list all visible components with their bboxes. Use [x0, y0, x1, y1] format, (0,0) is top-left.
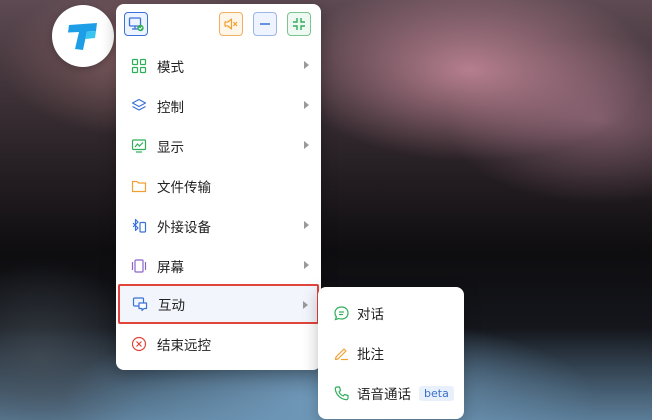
submenu-item-chat[interactable]: 对话	[318, 293, 464, 333]
menu-item-interaction[interactable]: 互动	[118, 284, 319, 324]
speaker-mute-icon	[224, 18, 238, 30]
screen-icon	[129, 256, 149, 276]
screen-select-button[interactable]	[124, 12, 148, 36]
remote-control-menu: 模式 控制 显示 文件传输 外接设备 屏幕 互动 结束远控	[116, 4, 321, 370]
phone-icon	[331, 383, 351, 403]
shrink-icon	[293, 18, 305, 30]
layers-icon	[129, 96, 149, 116]
grid-icon	[129, 56, 149, 76]
menu-item-label: 模式	[157, 60, 184, 76]
app-logo[interactable]	[52, 5, 114, 67]
monitor-chart-icon	[129, 136, 149, 156]
interaction-submenu: 对话 批注 语音通话 beta	[318, 287, 464, 419]
shrink-button[interactable]	[287, 12, 311, 36]
menu-item-mode[interactable]: 模式	[119, 46, 318, 86]
chat-screen-icon	[130, 294, 150, 314]
menu-item-label: 屏幕	[157, 260, 184, 276]
menu-item-end-remote[interactable]: 结束远控	[119, 324, 318, 364]
menu-item-screen[interactable]: 屏幕	[119, 246, 318, 286]
submenu-item-label: 对话	[357, 307, 384, 323]
app-logo-icon	[68, 23, 97, 50]
pen-icon	[331, 343, 351, 363]
menu-item-label: 控制	[157, 100, 184, 116]
chevron-right-icon	[303, 301, 308, 309]
submenu-item-label: 批注	[357, 347, 384, 363]
chevron-right-icon	[304, 261, 309, 269]
menu-item-control[interactable]: 控制	[119, 86, 318, 126]
menu-item-label: 显示	[157, 140, 184, 156]
submenu-item-voice-call[interactable]: 语音通话 beta	[318, 373, 464, 413]
chevron-right-icon	[304, 61, 309, 69]
menu-toolbar	[116, 4, 321, 44]
minimize-button[interactable]	[253, 12, 277, 36]
submenu-item-label: 语音通话	[357, 387, 411, 403]
beta-badge: beta	[419, 385, 454, 401]
menu-item-label: 结束远控	[157, 338, 211, 354]
bluetooth-device-icon	[129, 216, 149, 236]
mute-button[interactable]	[219, 12, 243, 36]
chevron-right-icon	[304, 101, 309, 109]
menu-item-file-transfer[interactable]: 文件传输	[119, 166, 318, 206]
minimize-icon	[260, 23, 270, 25]
close-circle-icon	[129, 334, 149, 354]
chevron-right-icon	[304, 221, 309, 229]
menu-item-external-devices[interactable]: 外接设备	[119, 206, 318, 246]
menu-item-label: 外接设备	[157, 220, 211, 236]
screen-select-icon	[128, 17, 144, 32]
chevron-right-icon	[304, 141, 309, 149]
menu-item-label: 互动	[158, 298, 185, 314]
chat-bubble-icon	[331, 303, 351, 323]
menu-item-label: 文件传输	[157, 180, 211, 196]
submenu-item-annotate[interactable]: 批注	[318, 333, 464, 373]
menu-item-display[interactable]: 显示	[119, 126, 318, 166]
folder-icon	[129, 176, 149, 196]
